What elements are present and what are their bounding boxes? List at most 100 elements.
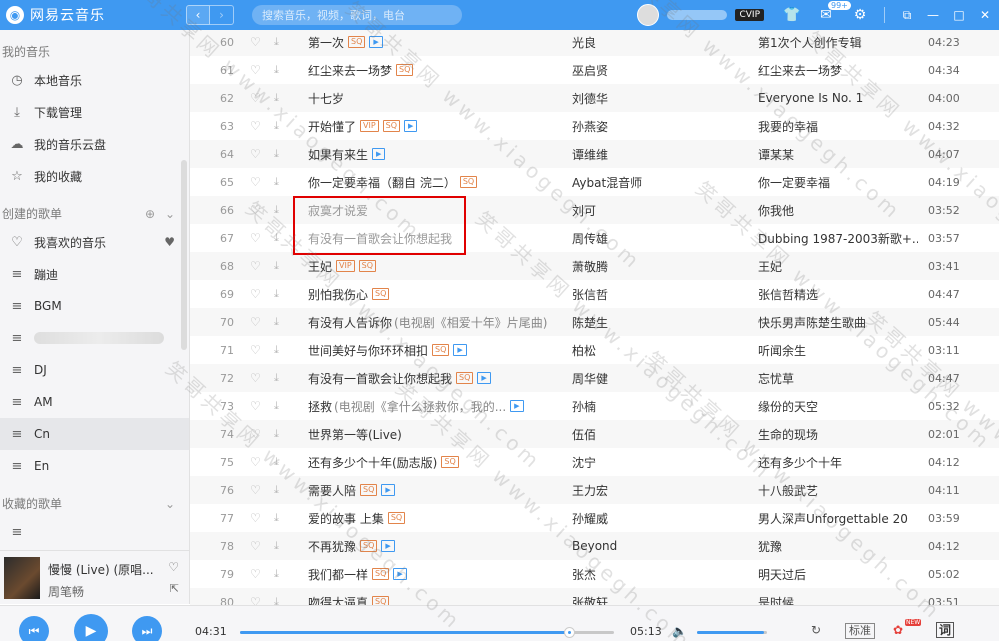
search-input[interactable] [262, 8, 442, 22]
table-row[interactable]: 60 ♡ ⤓ 第一次 SQ ▶ 光良 第1次个人创作专辑 04:23 [190, 30, 999, 56]
download-icon[interactable]: ⤓ [274, 35, 279, 49]
song-artist[interactable]: 陈楚生 [572, 314, 752, 331]
song-title[interactable]: 如果有来生 ▶ [308, 146, 570, 163]
skin-shirt-icon[interactable]: 👕 [782, 5, 802, 25]
song-title[interactable]: 王妃 VIP SQ [308, 258, 570, 275]
table-row[interactable]: 74 ♡ ⤓ 世界第一等(Live) 伍佰 生命的现场 02:01 [190, 420, 999, 448]
table-row[interactable]: 77 ♡ ⤓ 爱的故事 上集 SQ 孙耀威 男人深声Unforgettable 20 03:5… [190, 504, 999, 532]
table-row[interactable]: 73 ♡ ⤓ 拯救 (电视剧《拿什么拯救你，我的... ▶ 孙楠 缘份的天空 05:32 [190, 392, 999, 420]
song-album[interactable]: 你一定要幸福 [758, 174, 918, 191]
song-album[interactable]: 张信哲精选 [758, 286, 918, 303]
next-track-button[interactable]: ⏭ [132, 616, 162, 641]
app-logo[interactable]: ◉ 网易云音乐 [6, 5, 176, 25]
like-heart-icon[interactable]: ♡ [250, 427, 261, 441]
lyrics-button[interactable]: 词 [936, 622, 955, 638]
song-album[interactable]: 你我他 [758, 202, 918, 219]
song-artist[interactable]: 柏松 [572, 342, 752, 359]
song-artist[interactable]: 张敬轩 [572, 594, 752, 606]
song-artist[interactable]: Beyond [572, 539, 752, 553]
song-album[interactable]: 第1次个人创作专辑 [758, 34, 918, 51]
mv-play-icon[interactable]: ▶ [453, 344, 467, 356]
sidebar-item-playlist[interactable]: ≡ 蹦迪 [0, 258, 189, 290]
download-icon[interactable]: ⤓ [274, 287, 279, 301]
song-album[interactable]: 男人深声Unforgettable 20 [758, 510, 918, 527]
song-album[interactable]: 十八般武艺 [758, 482, 918, 499]
like-heart-icon[interactable]: ♡ [250, 147, 261, 161]
now-playing-panel[interactable]: 慢慢 (Live) (原唱... 周笔畅 ♡ ⇱ [0, 550, 190, 604]
like-heart-icon[interactable]: ♡ [168, 560, 179, 574]
table-row[interactable]: 66 ♡ ⤓ 寂寞才说爱 刘可 你我他 03:52 [190, 196, 999, 224]
mv-play-icon[interactable]: ▶ [393, 568, 407, 580]
mv-play-icon[interactable]: ▶ [381, 540, 395, 552]
settings-gear-icon[interactable]: ⚙ [850, 5, 870, 25]
song-artist[interactable]: 萧敬腾 [572, 258, 752, 275]
table-row[interactable]: 71 ♡ ⤓ 世间美好与你环环相扣 SQ ▶ 柏松 听闻余生 03:11 [190, 336, 999, 364]
download-icon[interactable]: ⤓ [274, 315, 279, 329]
table-row[interactable]: 78 ♡ ⤓ 不再犹豫 SQ ▶ Beyond 犹豫 04:12 [190, 532, 999, 560]
table-row[interactable]: 72 ♡ ⤓ 有没有一首歌会让你想起我 SQ ▶ 周华健 忘忧草 04:47 [190, 364, 999, 392]
sidebar-item-collected-partial[interactable]: ≡ [0, 516, 189, 548]
download-icon[interactable]: ⤓ [274, 483, 279, 497]
sidebar-item-favorites[interactable]: ☆ 我的收藏 [0, 160, 189, 192]
maximize-button[interactable]: □ [947, 5, 971, 25]
song-album[interactable]: 忘忧草 [758, 370, 918, 387]
user-avatar[interactable] [637, 4, 660, 26]
search-box[interactable] [252, 5, 462, 25]
song-artist[interactable]: 伍佰 [572, 426, 752, 443]
download-icon[interactable]: ⤓ [274, 259, 279, 273]
like-heart-icon[interactable]: ♡ [250, 119, 261, 133]
download-icon[interactable]: ⤓ [274, 371, 279, 385]
table-row[interactable]: 67 ♡ ⤓ 有没有一首歌会让你想起我 周传雄 Dubbing 1987-2003新歌+.… [190, 224, 999, 252]
song-title[interactable]: 不再犹豫 SQ ▶ [308, 538, 570, 555]
song-album[interactable]: Dubbing 1987-2003新歌+... [758, 230, 918, 247]
download-icon[interactable]: ⤓ [274, 567, 279, 581]
song-title[interactable]: 你一定要幸福（翻自 浣二） SQ [308, 174, 570, 191]
song-title[interactable]: 有没有人告诉你 (电视剧《相爱十年》片尾曲) [308, 314, 570, 331]
sidebar-item-playlist[interactable]: ≡ En [0, 450, 189, 482]
previous-track-button[interactable]: ⏮ [19, 616, 49, 641]
back-button[interactable]: ‹ [186, 5, 210, 25]
sidebar-item-liked-music[interactable]: ♡ 我喜欢的音乐 ♥ [0, 226, 189, 258]
song-album[interactable]: 快乐男声陈楚生歌曲 [758, 314, 918, 331]
sidebar-item-playlist-active[interactable]: ≡ Cn [0, 418, 189, 450]
download-icon[interactable]: ⤓ [274, 91, 279, 105]
song-title[interactable]: 爱的故事 上集 SQ [308, 510, 570, 527]
like-heart-icon[interactable]: ♡ [250, 315, 261, 329]
table-row[interactable]: 62 ♡ ⤓ 十七岁 刘德华 Everyone Is No. 1 04:00 [190, 84, 999, 112]
song-artist[interactable]: 光良 [572, 34, 752, 51]
table-row[interactable]: 69 ♡ ⤓ 别怕我伤心 SQ 张信哲 张信哲精选 04:47 [190, 280, 999, 308]
download-icon[interactable]: ⤓ [274, 119, 279, 133]
volume-icon[interactable]: 🔈 [672, 624, 687, 638]
minimize-button[interactable]: — [921, 5, 945, 25]
download-icon[interactable]: ⤓ [274, 455, 279, 469]
mail-icon[interactable]: ✉ 99+ [816, 1, 851, 25]
vip-badge[interactable]: CVIP [735, 9, 764, 21]
like-heart-icon[interactable]: ♡ [250, 63, 261, 77]
mv-play-icon[interactable]: ▶ [404, 120, 418, 132]
sound-effect-icon[interactable]: ✿ [893, 623, 903, 637]
mv-play-icon[interactable]: ▶ [477, 372, 491, 384]
add-playlist-icon[interactable]: ⊕ [145, 207, 155, 221]
like-heart-icon[interactable]: ♡ [250, 511, 261, 525]
progress-slider[interactable] [240, 627, 614, 638]
table-row[interactable]: 64 ♡ ⤓ 如果有来生 ▶ 谭维维 谭某某 04:07 [190, 140, 999, 168]
share-icon[interactable]: ⇱ [170, 582, 179, 595]
like-heart-icon[interactable]: ♡ [250, 203, 261, 217]
song-artist[interactable]: 沈宁 [572, 454, 752, 471]
like-heart-icon[interactable]: ♡ [250, 91, 261, 105]
song-artist[interactable]: 张信哲 [572, 286, 752, 303]
download-icon[interactable]: ⤓ [274, 595, 279, 605]
song-album[interactable]: 犹豫 [758, 538, 918, 555]
like-heart-icon[interactable]: ♡ [250, 539, 261, 553]
like-heart-icon[interactable]: ♡ [250, 231, 261, 245]
song-album[interactable]: 我要的幸福 [758, 118, 918, 135]
download-icon[interactable]: ⤓ [274, 427, 279, 441]
song-title[interactable]: 世间美好与你环环相扣 SQ ▶ [308, 342, 570, 359]
song-artist[interactable]: Aybat混音师 [572, 174, 752, 191]
download-icon[interactable]: ⤓ [274, 63, 279, 77]
download-icon[interactable]: ⤓ [274, 399, 279, 413]
sidebar-item-downloads[interactable]: ⤓ 下载管理 [0, 96, 189, 128]
play-button[interactable]: ▶ [74, 614, 108, 641]
table-row[interactable]: 63 ♡ ⤓ 开始懂了 VIP SQ ▶ 孙燕姿 我要的幸福 04:32 [190, 112, 999, 140]
song-artist[interactable]: 王力宏 [572, 482, 752, 499]
